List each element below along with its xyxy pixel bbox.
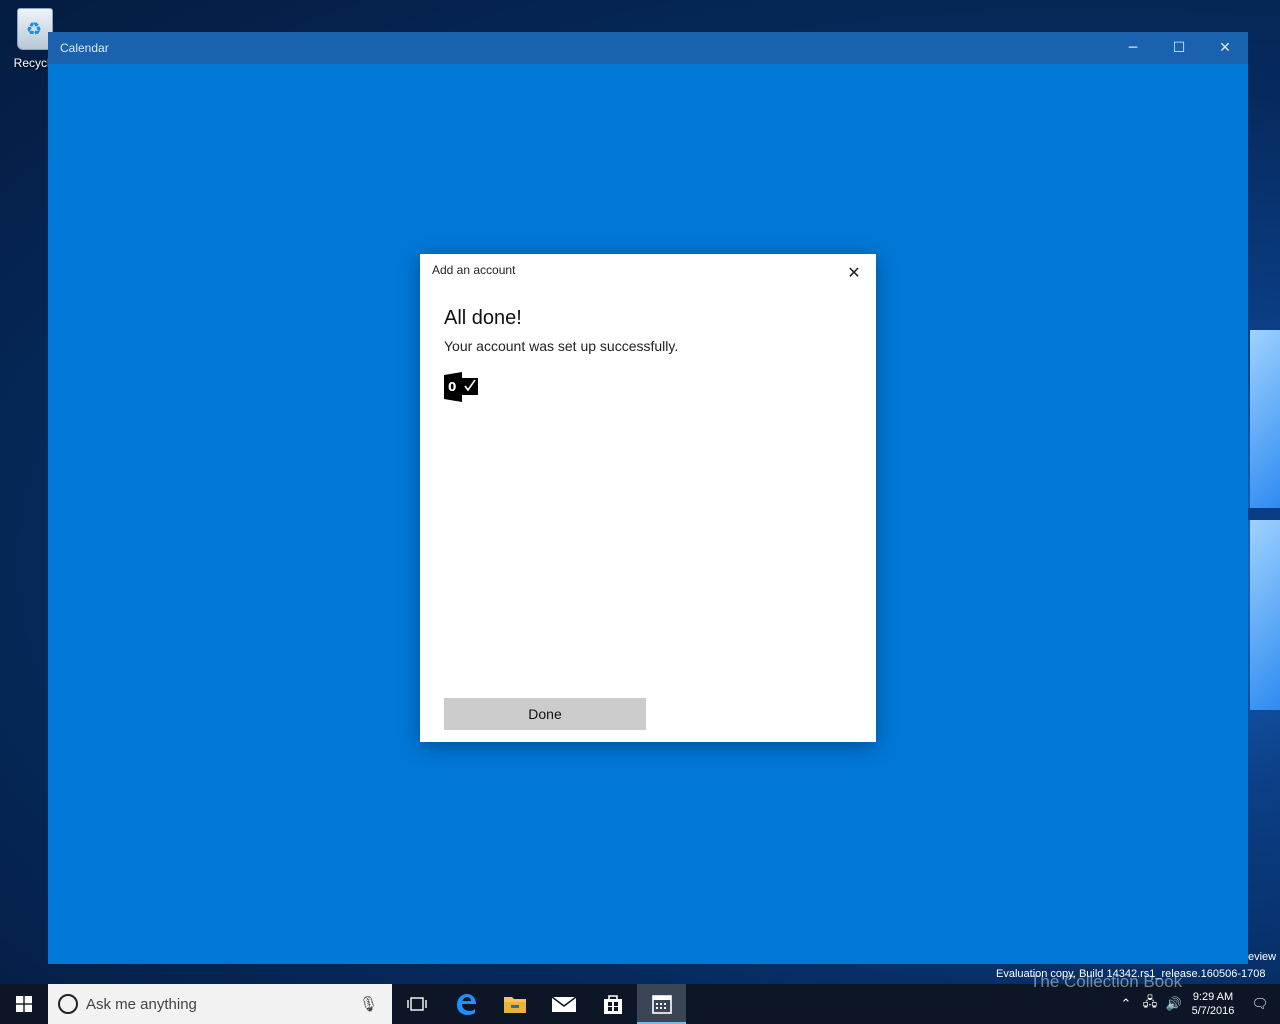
cortana-icon — [58, 994, 78, 1014]
task-view-icon — [406, 997, 427, 1011]
window-close-button[interactable]: ✕ — [1202, 32, 1248, 64]
windows-logo-pane-bottom — [1250, 520, 1280, 710]
windows-start-icon — [16, 996, 32, 1012]
svg-text:0: 0 — [448, 380, 456, 394]
network-icon[interactable]: 🖧 — [1138, 993, 1162, 1015]
mail-icon — [551, 996, 576, 1012]
start-button[interactable] — [0, 984, 48, 1024]
task-view-button[interactable] — [392, 984, 441, 1024]
calendar-taskbar-button[interactable] — [637, 984, 686, 1024]
window-title-bar[interactable]: Calendar ─ ☐ ✕ — [48, 32, 1248, 64]
store-taskbar-button[interactable] — [588, 984, 637, 1024]
clock-time: 9:29 AM — [1192, 991, 1234, 1003]
maximize-button[interactable]: ☐ — [1156, 32, 1202, 64]
search-placeholder: Ask me anything — [86, 995, 197, 1013]
done-button[interactable]: Done — [444, 698, 646, 730]
volume-icon[interactable]: 🔊 — [1162, 997, 1186, 1012]
microphone-icon[interactable]: 🎙 — [359, 995, 378, 1013]
dialog-title: Add an account — [432, 263, 516, 277]
dialog-message: Your account was set up successfully. — [444, 338, 679, 354]
action-center-icon[interactable]: 🗨 — [1240, 997, 1280, 1012]
store-icon — [603, 995, 622, 1014]
clock[interactable]: 9:29 AM 5/7/2016 — [1186, 990, 1240, 1018]
logo-gap — [1248, 508, 1280, 520]
minimize-button[interactable]: ─ — [1110, 32, 1156, 64]
window-title: Calendar — [60, 41, 109, 55]
folder-icon — [503, 997, 526, 1013]
search-box[interactable]: Ask me anything 🎙 — [48, 984, 392, 1024]
show-hidden-icons-chevron-icon[interactable]: ⌃ — [1114, 997, 1138, 1012]
calendar-icon — [651, 995, 672, 1014]
file-explorer-taskbar-button[interactable] — [490, 984, 539, 1024]
mail-taskbar-button[interactable] — [539, 984, 588, 1024]
brand-watermark: The Collection Book — [1030, 972, 1183, 991]
windows-logo-pane-top — [1250, 330, 1280, 508]
outlook-icon: 0 — [444, 372, 478, 402]
preview-watermark: eview — [1248, 951, 1277, 963]
edge-icon — [456, 994, 476, 1015]
add-account-dialog: Add an account ✕ All done! Your account … — [420, 254, 876, 742]
dialog-close-button[interactable]: ✕ — [840, 258, 868, 286]
edge-taskbar-button[interactable] — [441, 984, 490, 1024]
dialog-heading: All done! — [444, 307, 522, 329]
clock-date: 5/7/2016 — [1191, 1005, 1235, 1017]
